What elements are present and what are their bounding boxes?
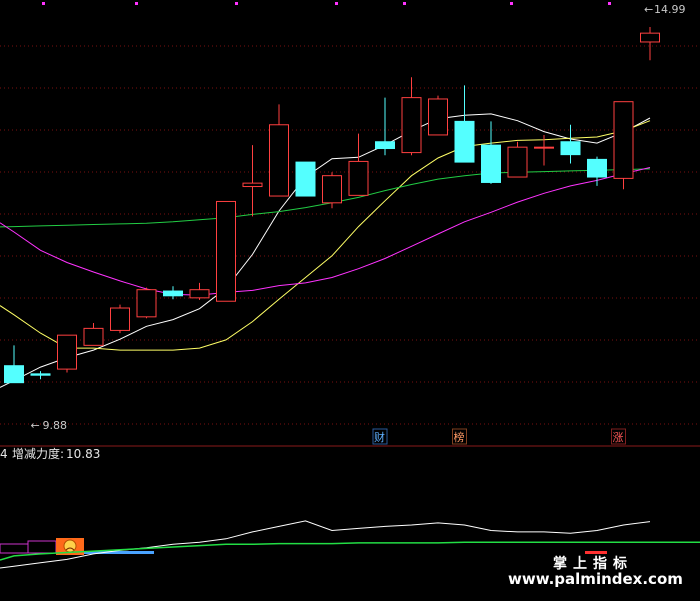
candle xyxy=(110,304,130,334)
indicator-prefix: 4 xyxy=(0,447,8,461)
high-price-arrow: ← xyxy=(644,3,653,16)
indicator-value: 10.83 xyxy=(66,447,100,461)
event-tag-text: 涨 xyxy=(613,431,624,444)
candle xyxy=(375,97,395,156)
ma-line xyxy=(0,120,651,351)
candle xyxy=(216,200,236,302)
candle-body xyxy=(454,120,475,163)
top-marker xyxy=(510,2,513,5)
top-marker xyxy=(235,2,238,5)
top-marker xyxy=(403,2,406,5)
low-price-arrow: ← xyxy=(31,419,40,432)
candle xyxy=(242,145,263,217)
candle xyxy=(401,77,422,156)
candle-body xyxy=(640,32,660,43)
candle xyxy=(57,334,77,373)
stock-chart: 9.88 ← 14.99 ← 财 榜 涨 4 增减力度: 10.83 掌上指标 ww… xyxy=(0,2,700,588)
candle-body xyxy=(189,289,210,299)
candle-body xyxy=(242,182,263,188)
candle-body xyxy=(110,307,130,331)
frown-face-icon xyxy=(63,539,77,553)
candle-body xyxy=(348,160,369,196)
candle xyxy=(136,287,157,319)
candle xyxy=(83,322,104,346)
indicator-bar xyxy=(0,543,29,554)
event-tag: 财 xyxy=(372,428,388,445)
indicator-header: 4 增减力度: 10.83 xyxy=(0,446,100,461)
candle-body xyxy=(83,327,104,346)
candle-body xyxy=(322,175,342,204)
candle-body xyxy=(269,124,289,197)
ma-line xyxy=(0,113,651,388)
indicator-bar xyxy=(585,551,607,554)
indicator-bar xyxy=(27,540,57,554)
candles xyxy=(4,27,660,384)
event-tag-text: 财 xyxy=(374,430,385,444)
candle-body xyxy=(507,146,528,178)
candle-body xyxy=(401,97,422,154)
candle xyxy=(613,101,634,190)
candle xyxy=(428,95,448,136)
candle xyxy=(322,172,342,209)
ma-lines xyxy=(0,113,651,388)
candle xyxy=(189,282,210,300)
candle-body xyxy=(481,144,501,183)
candle xyxy=(481,121,501,184)
candle-body xyxy=(30,373,51,376)
top-marker xyxy=(335,2,338,5)
top-marker xyxy=(608,2,611,5)
price-annotations: 9.88 ← 14.99 ← xyxy=(31,3,686,432)
watermark-bottom: www.palmindex.com xyxy=(508,570,683,588)
candle xyxy=(163,286,183,300)
low-price-label: 9.88 xyxy=(43,419,68,432)
watermark: 掌上指标 www.palmindex.com xyxy=(508,555,683,588)
indicator-name: 增减力度: xyxy=(12,446,64,461)
candle xyxy=(348,133,369,196)
candle xyxy=(30,371,51,380)
candle-body xyxy=(136,289,157,318)
candle-body xyxy=(613,101,634,179)
candle-body xyxy=(560,141,581,156)
event-tag: 榜 xyxy=(452,428,467,445)
candle-body xyxy=(216,200,236,302)
candle-body xyxy=(375,141,395,150)
candle xyxy=(640,27,660,61)
event-tags: 财榜涨 xyxy=(372,428,626,445)
candle-body xyxy=(163,290,183,297)
candle-body xyxy=(587,158,607,178)
candle-body xyxy=(295,161,316,197)
grid-lines xyxy=(0,45,700,425)
candle xyxy=(295,161,316,197)
candle-body xyxy=(57,334,77,370)
candle xyxy=(560,124,581,164)
candle xyxy=(4,345,24,384)
candle-body xyxy=(4,365,24,384)
candle-body xyxy=(534,146,554,149)
top-markers xyxy=(42,2,611,5)
candle xyxy=(269,104,289,197)
candle xyxy=(454,85,475,163)
candle-body xyxy=(428,98,448,136)
top-marker xyxy=(42,2,45,5)
high-price-label: 14.99 xyxy=(654,3,686,16)
top-marker xyxy=(135,2,138,5)
event-tag-text: 榜 xyxy=(454,430,465,444)
candle xyxy=(507,141,528,178)
event-tag: 涨 xyxy=(611,428,626,445)
